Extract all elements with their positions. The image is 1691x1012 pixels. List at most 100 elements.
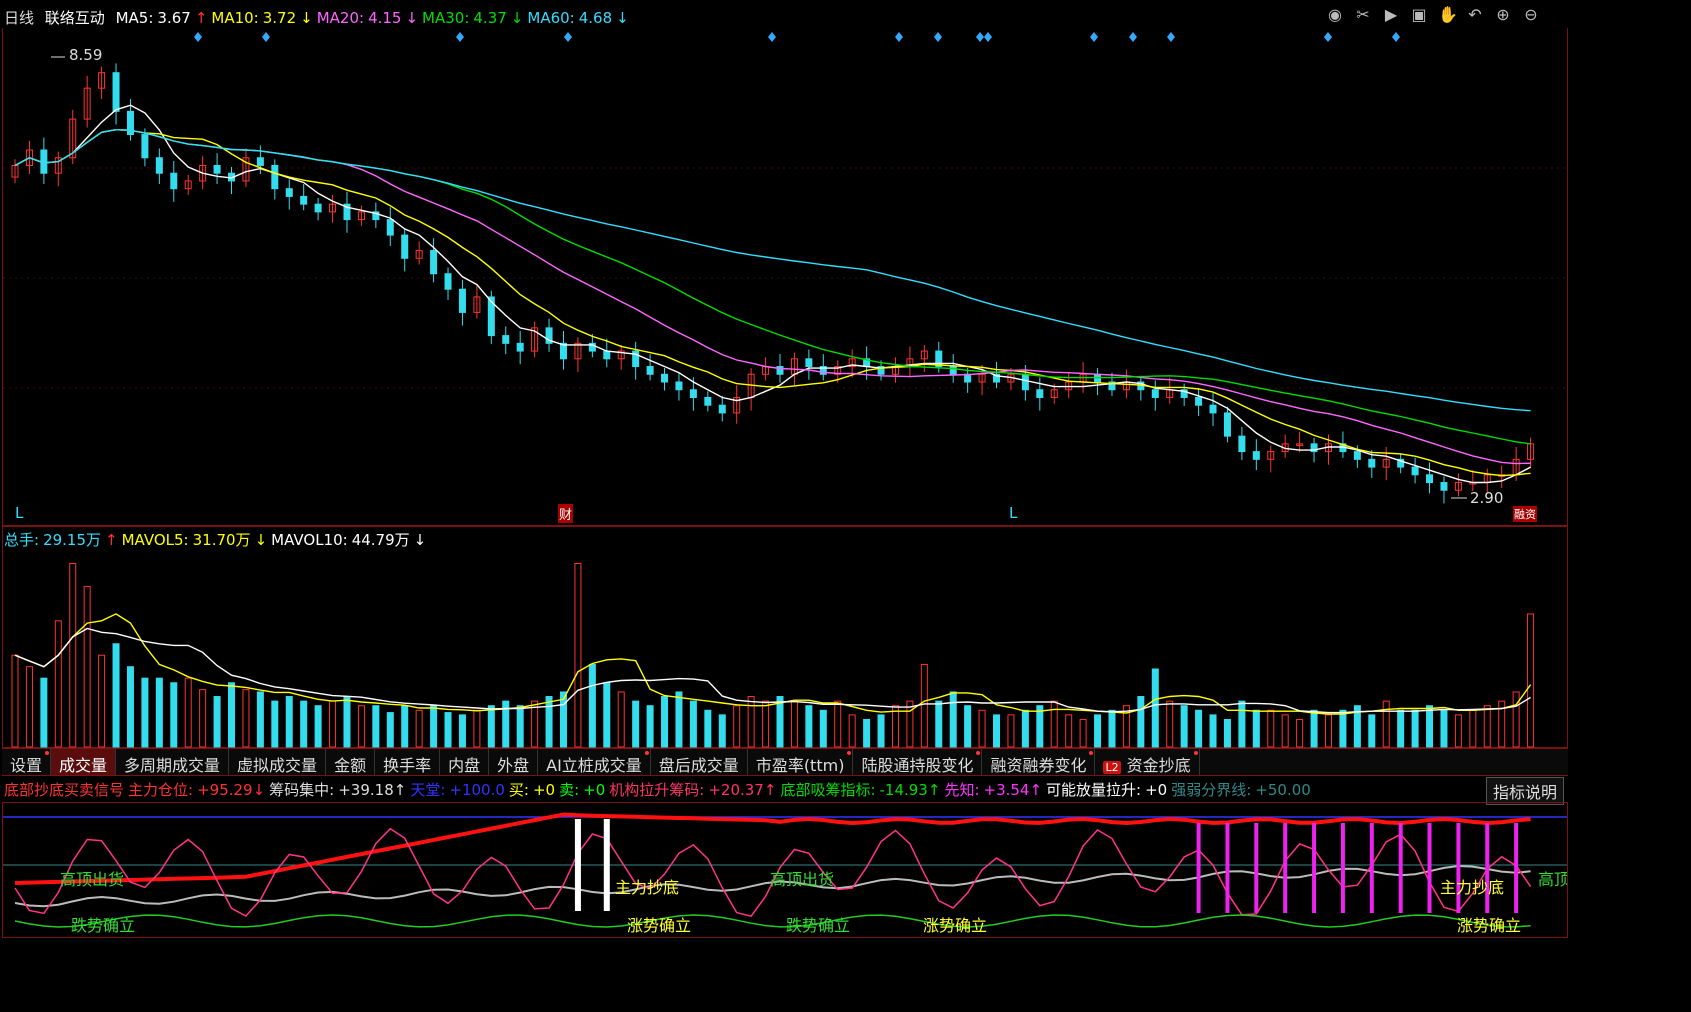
tab-1[interactable]: 成交量 [51,749,117,775]
eye-icon[interactable]: ◉ [1326,6,1344,24]
volume-bar [632,700,640,748]
high-price-label: 8.59 [69,46,103,64]
volume-bar [1527,613,1535,748]
tab-4[interactable]: 金额 [326,749,376,775]
volume-bar [747,696,755,748]
scissors-icon[interactable]: ✂ [1354,6,1372,24]
volume-bar [1512,691,1520,748]
ind-label-8: 可能放量拉升: [1046,781,1142,799]
signal-rise-3: 涨势确立 [1457,916,1521,935]
price-chart[interactable] [3,28,1567,526]
volume-bar [906,700,914,748]
price-legend: 日线 联络互动 MA5: 3.67 ↑ MA10: 3.72 ↓ MA20: 4.15 ↓ MA3… [4,7,639,28]
volume-chart[interactable] [3,527,1567,749]
ind-label-1: 筹码集中: [269,781,335,799]
prophet-bar [1283,823,1288,913]
volume-bar [1397,709,1405,748]
tab-label: 成交量 [59,756,108,775]
lock-icon[interactable]: ▣ [1410,6,1428,24]
tab-9[interactable]: 盘后成交量 [651,749,748,775]
volume-bar [458,714,466,748]
volume-bar [805,705,813,748]
volume-bar [689,700,697,748]
prophet-bar [1456,823,1461,913]
prophet-bar [1254,823,1259,913]
tab-7[interactable]: 外盘 [489,749,539,775]
tab-label: 金额 [334,756,367,775]
signal-bar [574,819,581,911]
undo-icon[interactable]: ↶ [1466,6,1484,24]
candle-body [1151,389,1159,398]
play-icon[interactable]: ▶ [1382,6,1400,24]
tab-12[interactable]: 融资融券变化 [982,749,1096,775]
candle-body [1252,451,1260,460]
ma-arrow-3: ↓ [510,9,524,27]
volume-bar [141,677,149,748]
volume-bar [1426,705,1434,748]
indicator-legend: 底部抄底买卖信号 主力仓位: +95.29↓ 筹码集中: +39.18↑ 天堂: +100.… [4,779,1315,800]
tab-11[interactable]: 陆股通持股变化 [853,749,983,775]
volume-bar [473,709,481,748]
tab-6[interactable]: 内盘 [440,749,490,775]
volume-bar [1238,700,1246,748]
volume-bar [646,705,654,748]
signal-bottom-buy-2: 主力抄底 [1440,878,1504,897]
signal-fall-2: 跌势确立 [786,916,850,935]
volume-bar [25,666,33,748]
volume-bar [516,705,524,748]
candle-body [805,358,813,368]
volume-bar [1223,718,1231,748]
tab-label: 换手率 [383,756,432,775]
tab-8[interactable]: AI立桩成交量 [538,749,651,775]
ind-value-0: +95.29↓ [197,781,266,799]
volume-bar [661,696,669,748]
candle-body [516,342,524,352]
signal-diamond [1324,32,1332,42]
tab-13[interactable]: L2 资金抄底 [1095,749,1200,775]
volume-bar [1252,709,1260,748]
chart-toolbar: ◉ ✂ ▶ ▣ ✋ ↶ ⊕ ⊖ [1326,6,1540,24]
tab-10[interactable]: 市盈率(ttm) [748,749,854,775]
ind-label-4: 卖: [559,781,580,799]
indicator-help-button[interactable]: 指标说明 [1485,777,1564,805]
volume-bar [603,682,611,748]
volume-bar [430,705,438,748]
candle-body [718,404,726,414]
ind-label-9: 强弱分界线: [1171,781,1252,799]
candle-body [1426,474,1434,484]
tab-label: 融资融券变化 [990,756,1087,775]
tab-2[interactable]: 多周期成交量 [116,749,230,775]
signal-diamond [895,32,903,42]
signal-diamond [456,32,464,42]
candle-body [1036,389,1044,398]
tab-3[interactable]: 虚拟成交量 [229,749,327,775]
volume-bar [415,709,423,748]
ma-arrow-1: ↓ [300,9,313,27]
volume-bar [1180,705,1188,748]
volume-bar [112,643,120,748]
zoom-out-icon[interactable]: ⊖ [1522,6,1540,24]
candle-body [1209,404,1217,414]
volume-bar [386,712,394,748]
candle-body [661,373,669,383]
tab-dot [644,751,649,755]
tab-0[interactable]: 设置 [2,749,52,775]
bottom-absorb-line [14,914,1531,928]
volume-bar [314,705,322,748]
hand-icon[interactable]: ✋ [1438,6,1458,24]
ma-label-2: MA20: [316,9,365,27]
ind-value-2: +100.0 [449,781,505,799]
l2-badge: L2 [1103,761,1121,774]
volume-bar [256,691,264,748]
indicator-chart[interactable]: 高顶出货跌势确立 主力抄底涨势确立 高顶出货跌势确立 涨势确立 主力抄底涨势确立 高顶出货 [3,803,1567,939]
tab-5[interactable]: 换手率 [375,749,441,775]
volume-bar [1007,714,1015,748]
ind-value-9: +50.00 [1255,781,1311,799]
prophet-bar [1340,823,1345,913]
volume-bar [1469,709,1477,748]
candle-body [1411,466,1419,476]
volume-bar [11,654,19,748]
mavol-line-10 [14,627,1531,714]
period-label[interactable]: 日线 [4,9,34,27]
zoom-in-icon[interactable]: ⊕ [1494,6,1512,24]
